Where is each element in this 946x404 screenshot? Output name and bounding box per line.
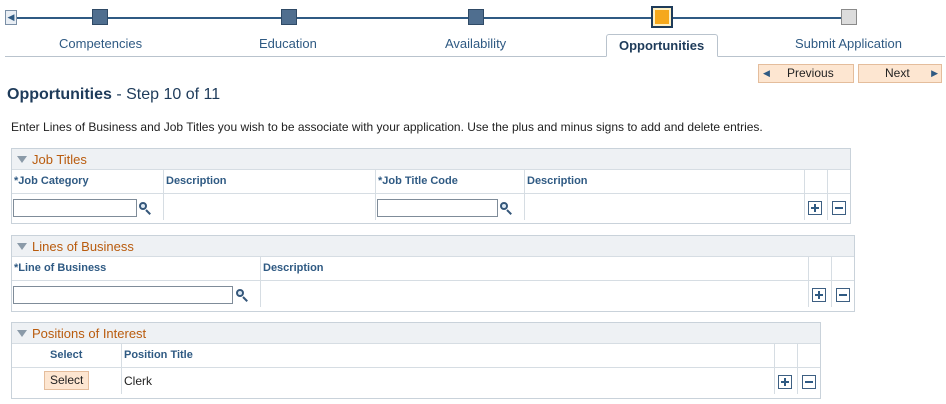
- tab-submit-application[interactable]: Submit Application: [795, 36, 902, 51]
- train-node-availability[interactable]: [468, 9, 484, 25]
- tab-competencies[interactable]: Competencies: [59, 36, 142, 51]
- collapse-triangle-icon[interactable]: [17, 330, 27, 337]
- positions-column-headers: Select Position Title: [12, 344, 820, 368]
- col-description: Description: [166, 175, 227, 187]
- job-titles-grid: Job Titles *Job Category Description *Jo…: [11, 148, 851, 224]
- train-node-opportunities[interactable]: [651, 6, 673, 28]
- table-row: Select Clerk: [12, 368, 820, 394]
- col-line-of-business: *Line of Business: [14, 262, 107, 274]
- train-line: [12, 17, 850, 19]
- col-select: Select: [50, 349, 83, 361]
- col-divider: [121, 368, 122, 394]
- col-divider: [808, 281, 809, 307]
- col-divider: [774, 344, 775, 367]
- train-back-arrow-icon[interactable]: ◀: [5, 10, 17, 25]
- line-of-business-input[interactable]: [13, 286, 233, 304]
- train-node-submit-application[interactable]: [841, 9, 857, 25]
- delete-row-icon[interactable]: [836, 288, 850, 302]
- delete-row-icon[interactable]: [802, 375, 816, 389]
- col-divider: [163, 194, 164, 220]
- lookup-magnifier-icon[interactable]: [138, 201, 152, 215]
- col-divider: [797, 344, 798, 367]
- previous-arrow-icon: ◀: [763, 68, 770, 78]
- col-divider: [375, 194, 376, 220]
- col-divider: [260, 281, 261, 307]
- collapse-triangle-icon[interactable]: [17, 243, 27, 250]
- lookup-magnifier-icon[interactable]: [499, 201, 513, 215]
- lines-of-business-header: Lines of Business: [12, 236, 854, 257]
- add-row-icon[interactable]: [812, 288, 826, 302]
- page-title: Opportunities - Step 10 of 11: [7, 86, 220, 104]
- select-button[interactable]: Select: [44, 371, 90, 390]
- next-arrow-icon: ▶: [931, 68, 938, 78]
- tab-opportunities[interactable]: Opportunities: [606, 34, 718, 57]
- col-divider: [524, 194, 525, 220]
- positions-of-interest-title: Positions of Interest: [32, 326, 147, 341]
- lookup-magnifier-icon[interactable]: [235, 288, 249, 302]
- next-button[interactable]: Next ▶: [858, 64, 942, 83]
- lines-of-business-column-headers: *Line of Business Description: [12, 257, 854, 281]
- col-divider: [797, 368, 798, 394]
- train-node-competencies[interactable]: [92, 9, 108, 25]
- train-node-education[interactable]: [281, 9, 297, 25]
- col-job-title-code: *Job Title Code: [378, 175, 458, 187]
- lines-of-business-grid: Lines of Business *Line of Business Desc…: [11, 235, 855, 312]
- col-position-title: Position Title: [124, 349, 193, 361]
- page-title-text: Opportunities: [7, 86, 112, 103]
- job-titles-title: Job Titles: [32, 152, 87, 167]
- table-row: [12, 281, 854, 307]
- tab-availability[interactable]: Availability: [445, 36, 506, 51]
- col-divider: [774, 368, 775, 394]
- lines-of-business-title: Lines of Business: [32, 239, 134, 254]
- positions-of-interest-grid: Positions of Interest Select Position Ti…: [11, 322, 821, 399]
- job-category-input[interactable]: [13, 199, 137, 217]
- col-divider: [804, 194, 805, 220]
- delete-row-icon[interactable]: [832, 201, 846, 215]
- col-divider: [831, 281, 832, 307]
- col-divider: [808, 257, 809, 280]
- table-row: [12, 194, 850, 220]
- collapse-triangle-icon[interactable]: [17, 156, 27, 163]
- job-titles-column-headers: *Job Category Description *Job Title Cod…: [12, 170, 850, 194]
- next-label: Next: [885, 66, 910, 80]
- tab-strip-line: [5, 56, 945, 57]
- col-description: Description: [263, 262, 324, 274]
- add-row-icon[interactable]: [778, 375, 792, 389]
- col-description: Description: [527, 175, 588, 187]
- previous-button[interactable]: ◀ Previous: [758, 64, 854, 83]
- previous-label: Previous: [787, 66, 834, 80]
- job-title-code-input[interactable]: [377, 199, 498, 217]
- col-divider: [831, 257, 832, 280]
- positions-of-interest-header: Positions of Interest: [12, 323, 820, 344]
- col-job-category: *Job Category: [14, 175, 89, 187]
- job-titles-header: Job Titles: [12, 149, 850, 170]
- add-row-icon[interactable]: [808, 201, 822, 215]
- col-divider: [804, 170, 805, 193]
- tab-education[interactable]: Education: [259, 36, 317, 51]
- instructions-text: Enter Lines of Business and Job Titles y…: [11, 120, 763, 134]
- col-divider: [827, 194, 828, 220]
- position-title-cell: Clerk: [124, 374, 153, 388]
- progress-train: ◀ Competencies Education Availability Op…: [0, 0, 946, 58]
- col-divider: [827, 170, 828, 193]
- page-step: - Step 10 of 11: [116, 86, 221, 103]
